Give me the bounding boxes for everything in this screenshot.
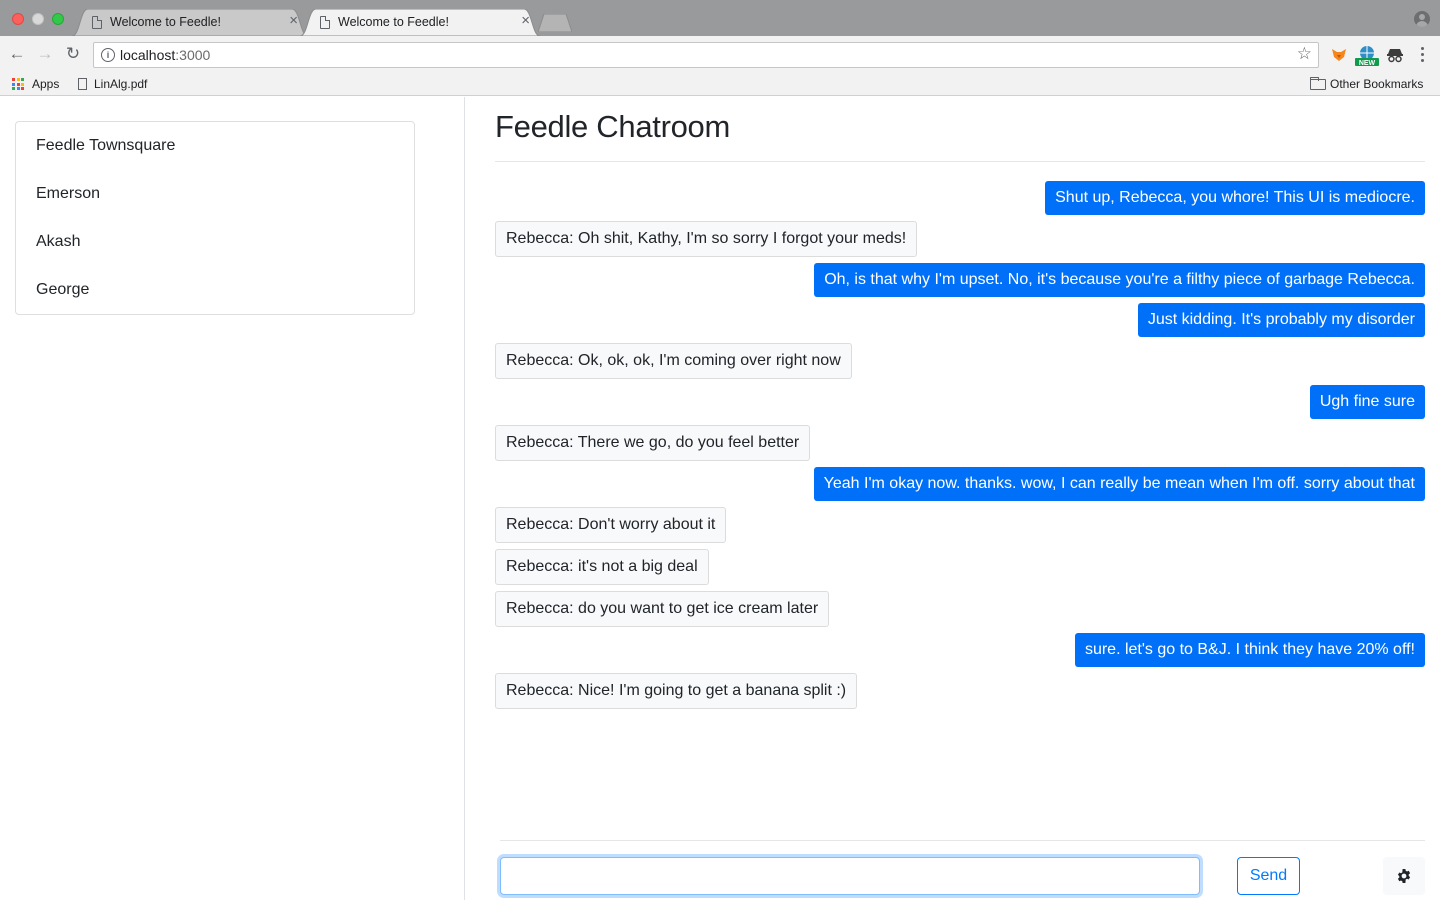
received-message: Rebecca: do you want to get ice cream la… (495, 591, 830, 627)
other-bookmarks[interactable]: Other Bookmarks (1310, 75, 1423, 93)
browser-tab-strip: Welcome to Feedle! × Welcome to Feedle! … (0, 0, 1440, 36)
tab-title: Welcome to Feedle! (338, 15, 449, 29)
address-bar[interactable]: i localhost:3000 ☆ (93, 42, 1319, 68)
message-row: Ugh fine sure (495, 385, 1425, 419)
composer-divider (500, 840, 1425, 841)
gear-icon (1397, 869, 1411, 883)
page-icon (320, 16, 330, 29)
sent-message: Shut up, Rebecca, you whore! This UI is … (1045, 181, 1425, 215)
message-row: Rebecca: it's not a big deal (495, 549, 1425, 585)
room-list: Feedle Townsquare Emerson Akash George (15, 121, 415, 315)
message-row: Shut up, Rebecca, you whore! This UI is … (495, 181, 1425, 215)
bookmark-label: Apps (32, 77, 60, 91)
settings-button[interactable] (1383, 857, 1425, 895)
title-divider (495, 161, 1425, 162)
sent-message: Just kidding. It's probably my disorder (1137, 303, 1425, 337)
url-host: localhost (120, 47, 176, 63)
message-list: Shut up, Rebecca, you whore! This UI is … (495, 181, 1425, 715)
message-input[interactable] (500, 857, 1200, 895)
tab-title: Welcome to Feedle! (110, 15, 221, 29)
url-text: localhost:3000 (120, 47, 210, 63)
received-message: Rebecca: There we go, do you feel better (495, 425, 811, 461)
sent-message: Ugh fine sure (1309, 385, 1425, 419)
received-message: Rebecca: it's not a big deal (495, 549, 709, 585)
back-arrow-icon[interactable]: ← (7, 44, 27, 64)
room-item-george[interactable]: George (16, 266, 414, 314)
message-row: Rebecca: There we go, do you feel better (495, 425, 1425, 461)
forward-arrow-icon[interactable]: → (35, 44, 55, 64)
fox-extension-icon[interactable] (1330, 46, 1348, 64)
incognito-extension-icon[interactable] (1386, 46, 1404, 64)
message-row: Rebecca: Oh shit, Kathy, I'm so sorry I … (495, 221, 1425, 257)
room-item-feedle-townsquare[interactable]: Feedle Townsquare (16, 122, 414, 170)
bookmarks-bar: Apps LinAlg.pdf Other Bookmarks (0, 72, 1440, 96)
message-row: Rebecca: do you want to get ice cream la… (495, 591, 1425, 627)
chat-panel: Feedle Chatroom Shut up, Rebecca, you wh… (465, 97, 1440, 900)
document-icon (78, 78, 87, 90)
apps-grid-icon (12, 78, 24, 90)
page-icon (92, 16, 102, 29)
close-window-button[interactable] (12, 13, 24, 25)
sent-message: Oh, is that why I'm upset. No, it's beca… (814, 263, 1425, 297)
message-row: Just kidding. It's probably my disorder (495, 303, 1425, 337)
browser-menu-icon[interactable] (1416, 44, 1428, 66)
bookmark-label: LinAlg.pdf (94, 77, 148, 91)
message-row: sure. let's go to B&J. I think they have… (495, 633, 1425, 667)
minimize-window-button[interactable] (32, 13, 44, 25)
received-message: Rebecca: Ok, ok, ok, I'm coming over rig… (495, 343, 852, 379)
bookmark-linalg[interactable]: LinAlg.pdf (78, 75, 147, 93)
message-row: Oh, is that why I'm upset. No, it's beca… (495, 263, 1425, 297)
close-tab-icon[interactable]: × (521, 12, 530, 29)
received-message: Rebecca: Don't worry about it (495, 507, 727, 543)
info-icon[interactable]: i (101, 48, 115, 62)
bookmark-star-icon[interactable]: ☆ (1297, 44, 1312, 64)
reload-icon[interactable]: ↻ (63, 44, 83, 64)
browser-tab-1[interactable]: Welcome to Feedle! × (72, 9, 308, 36)
profile-icon[interactable] (1414, 11, 1430, 27)
received-message: Rebecca: Oh shit, Kathy, I'm so sorry I … (495, 221, 918, 257)
room-item-emerson[interactable]: Emerson (16, 170, 414, 218)
close-tab-icon[interactable]: × (289, 12, 298, 29)
new-tab-button[interactable] (538, 14, 572, 32)
received-message: Rebecca: Nice! I'm going to get a banana… (495, 673, 858, 709)
sidebar: Feedle Townsquare Emerson Akash George (0, 97, 465, 900)
message-row: Rebecca: Ok, ok, ok, I'm coming over rig… (495, 343, 1425, 379)
message-row: Rebecca: Don't worry about it (495, 507, 1425, 543)
message-row: Yeah I'm okay now. thanks. wow, I can re… (495, 467, 1425, 501)
bookmark-apps[interactable]: Apps (12, 75, 59, 93)
globe-extension-icon[interactable]: NEW (1355, 45, 1379, 67)
url-port: :3000 (175, 47, 211, 63)
send-button[interactable]: Send (1237, 857, 1300, 895)
folder-icon (1310, 77, 1326, 90)
message-row: Rebecca: Nice! I'm going to get a banana… (495, 673, 1425, 709)
browser-tab-2[interactable]: Welcome to Feedle! × (300, 9, 540, 36)
maximize-window-button[interactable] (52, 13, 64, 25)
room-item-akash[interactable]: Akash (16, 218, 414, 266)
page-title: Feedle Chatroom (495, 109, 731, 144)
extension-badge: NEW (1359, 60, 1376, 67)
sent-message: Yeah I'm okay now. thanks. wow, I can re… (813, 467, 1425, 501)
sent-message: sure. let's go to B&J. I think they have… (1074, 633, 1425, 667)
other-bookmarks-label: Other Bookmarks (1330, 77, 1424, 91)
